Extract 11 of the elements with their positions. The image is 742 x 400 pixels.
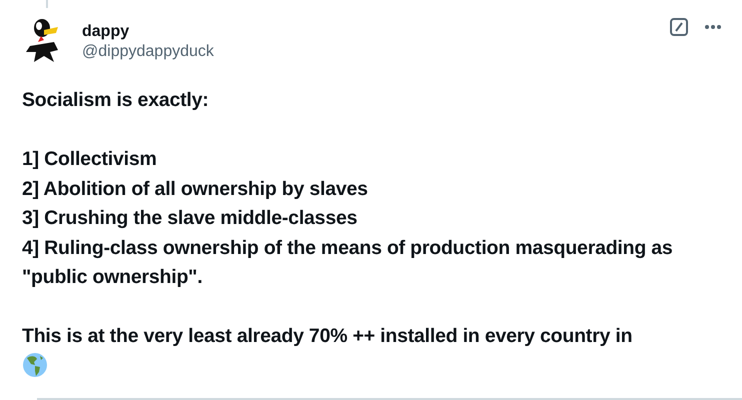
display-name[interactable]: dappy	[82, 22, 670, 42]
post-text-line: Socialism is exactly:	[22, 88, 210, 113]
post-text-line: This is at the very least already 70% ++ installed in every country in	[22, 324, 634, 349]
globe-icon	[22, 352, 48, 378]
post-text-line: 1] Collectivism	[22, 147, 158, 172]
user-handle[interactable]: @dippydappyduck	[82, 42, 670, 62]
edit-icon[interactable]	[670, 18, 688, 36]
more-options-icon[interactable]	[704, 24, 722, 30]
post-text-line: 2] Abolition of all ownership by slaves	[22, 176, 369, 202]
post-text-line: 3] Crushing the slave middle-classes	[22, 206, 358, 231]
post-text-line: 4] Ruling-class ownership of the means of production masquerading as "public ownership".	[22, 236, 674, 290]
